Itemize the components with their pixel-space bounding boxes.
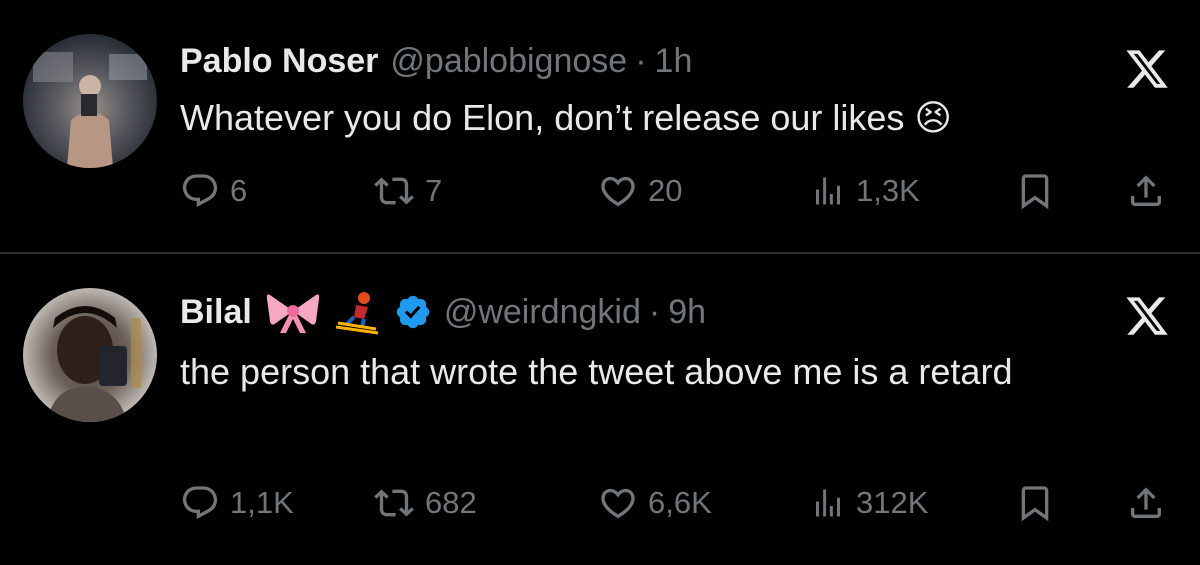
bookmark-icon (1021, 174, 1049, 210)
separator-dot: · (648, 292, 661, 331)
tweet-divider (0, 252, 1200, 254)
share-button[interactable] (1126, 166, 1176, 216)
views-button[interactable]: 312K (810, 478, 928, 528)
display-name[interactable]: Bilal (180, 293, 252, 332)
like-icon (601, 176, 635, 207)
repost-count: 682 (425, 485, 477, 520)
bookmark-button[interactable] (1015, 478, 1065, 528)
repost-button[interactable]: 682 (373, 478, 477, 528)
avatar[interactable] (23, 34, 157, 168)
avatar[interactable] (23, 288, 157, 422)
display-name[interactable]: Pablo Noser (180, 42, 378, 81)
like-count: 20 (648, 173, 683, 208)
action-bar: 6 7 20 1,3K (180, 166, 1170, 216)
avatar-photo (47, 306, 141, 422)
timestamp[interactable]: 9h (668, 293, 706, 332)
reply-icon (182, 174, 218, 208)
reply-button[interactable]: 1,1K (180, 478, 294, 528)
ribbon-emoji (264, 289, 322, 335)
like-icon (601, 488, 635, 519)
bookmark-button[interactable] (1015, 166, 1065, 216)
views-icon (816, 177, 840, 205)
views-icon (816, 489, 840, 517)
tweet-text: the person that wrote the tweet above me… (180, 351, 1013, 392)
x-logo-icon[interactable] (1124, 46, 1170, 92)
repost-icon (374, 177, 414, 205)
timestamp[interactable]: 1h (655, 42, 693, 81)
share-button[interactable] (1126, 478, 1176, 528)
username-handle[interactable]: @weirdngkid (444, 293, 641, 332)
tweet[interactable]: Pablo Noser @pablobignose · 1h Whatever … (0, 0, 1200, 252)
repost-button[interactable]: 7 (373, 166, 442, 216)
reply-icon (182, 486, 218, 520)
like-button[interactable]: 6,6K (598, 478, 712, 528)
repost-count: 7 (425, 173, 443, 208)
reply-button[interactable]: 6 (180, 166, 247, 216)
tweet-text: Whatever you do Elon, don’t release our … (180, 97, 952, 138)
like-button[interactable]: 20 (598, 166, 682, 216)
like-count: 6,6K (648, 485, 712, 520)
reply-count: 1,1K (230, 485, 294, 520)
reply-count: 6 (230, 173, 248, 208)
username-handle[interactable]: @pablobignose (390, 42, 627, 81)
share-icon (1131, 175, 1161, 206)
bookmark-icon (1021, 486, 1049, 522)
separator-dot: · (635, 41, 647, 80)
skier-emoji (334, 289, 382, 335)
views-count: 312K (856, 485, 929, 520)
verified-badge-icon (394, 293, 432, 331)
avatar-photo (33, 52, 147, 168)
tweet-header: Bilal @weirdngkid · 9h (180, 289, 706, 335)
x-logo-icon[interactable] (1124, 293, 1170, 339)
share-icon (1131, 487, 1161, 518)
views-button[interactable]: 1,3K (810, 166, 920, 216)
action-bar: 1,1K 682 6,6K 312K (180, 478, 1170, 528)
repost-icon (374, 489, 414, 517)
views-count: 1,3K (856, 173, 920, 208)
tweet-header: Pablo Noser @pablobignose · 1h (180, 38, 692, 84)
tweet[interactable]: Bilal @weirdngkid · 9h the person that w… (0, 255, 1200, 565)
